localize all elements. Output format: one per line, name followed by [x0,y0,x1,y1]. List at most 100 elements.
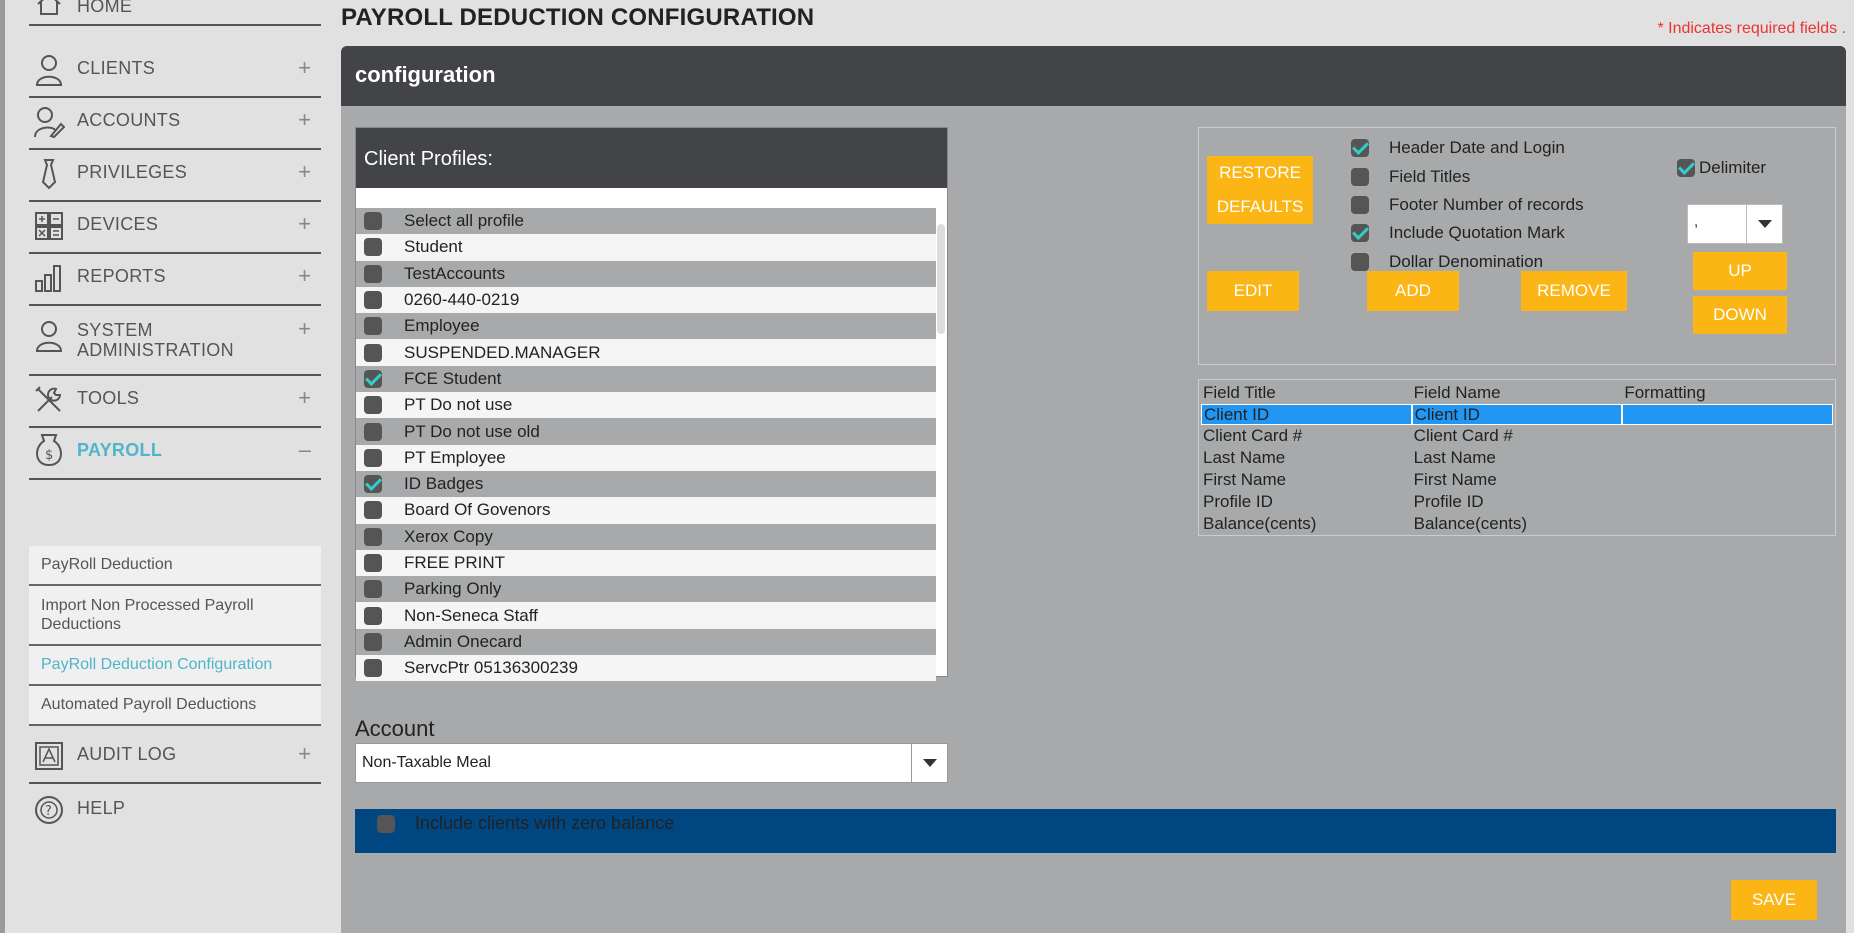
profiles-scrollbar[interactable] [937,224,945,334]
expand-icon[interactable]: + [298,211,311,237]
sidebar-item-audit-log[interactable]: AUDIT LOG + [29,730,321,784]
zero-balance-label: Include clients with zero balance [415,813,675,833]
zero-balance-checkbox[interactable] [377,815,395,833]
profile-checkbox[interactable] [364,475,382,494]
list-item[interactable]: Admin Onecard [356,628,936,656]
export-option[interactable]: Field Titles [1351,162,1584,190]
list-item[interactable]: Student [356,234,936,261]
profile-checkbox[interactable] [364,212,382,231]
sidebar-item-accounts[interactable]: ACCOUNTS + [29,98,321,150]
delimiter-label: Delimiter [1699,158,1767,177]
profile-checkbox[interactable] [364,422,382,441]
list-item[interactable]: Parking Only [356,576,936,603]
list-item[interactable]: Board Of Govenors [356,497,936,524]
down-button[interactable]: DOWN [1693,296,1787,334]
profile-checkbox[interactable] [364,527,382,546]
expand-icon[interactable]: + [298,55,311,81]
list-item[interactable]: Select all profile [356,208,936,235]
sidebar-item-reports[interactable]: REPORTS + [29,254,321,306]
delimiter-checkbox[interactable] [1677,159,1695,177]
option-checkbox[interactable] [1351,167,1369,186]
restore-defaults-button[interactable]: RESTORE DEFAULTS [1207,156,1313,224]
sidebar-item-system-administration[interactable]: SYSTEM ADMINISTRATION + [29,306,321,376]
sidebar-item-clients[interactable]: CLIENTS + [29,46,321,98]
export-option[interactable]: Header Date and Login [1351,134,1584,162]
column-header: Formatting [1624,382,1706,402]
chevron-down-icon[interactable] [911,744,947,782]
profile-checkbox[interactable] [364,448,382,467]
list-item[interactable]: SUSPENDED.MANAGER [356,339,936,366]
collapse-icon[interactable]: – [299,437,311,463]
table-row[interactable]: Profile ID Profile ID [1201,491,1833,513]
table-row[interactable]: Client ID Client ID [1201,404,1834,426]
export-option[interactable]: Include Quotation Mark [1351,219,1584,247]
expand-icon[interactable]: + [298,316,311,342]
list-item[interactable]: ID Badges [356,470,936,498]
add-button[interactable]: ADD [1367,271,1459,311]
sidebar-item-payroll[interactable]: $ PAYROLL – [29,428,321,480]
list-item[interactable]: PT Employee [356,444,936,471]
submenu-automated-payroll-deductions[interactable]: Automated Payroll Deductions [29,686,321,726]
profile-checkbox[interactable] [364,632,382,651]
profile-checkbox[interactable] [364,369,382,388]
list-item[interactable]: FCE Student [356,365,936,393]
table-row[interactable]: Last Name Last Name [1201,447,1833,469]
sidebar-item-devices[interactable]: DEVICES + [29,202,321,254]
up-button[interactable]: UP [1693,252,1787,290]
help-icon: ? [33,794,65,826]
save-button[interactable]: SAVE [1731,880,1817,920]
delimiter-value: , [1694,213,1699,230]
option-checkbox[interactable] [1351,252,1369,271]
svg-text:$: $ [45,448,53,463]
profile-checkbox[interactable] [364,554,382,572]
list-item[interactable]: PT Do not use [356,392,936,419]
export-option[interactable]: Footer Number of records [1351,191,1584,219]
expand-icon[interactable]: + [298,385,311,411]
delimiter-select[interactable]: , [1687,204,1783,244]
profile-checkbox[interactable] [364,264,382,283]
option-checkbox[interactable] [1351,224,1369,243]
profile-checkbox[interactable] [364,396,382,415]
option-checkbox[interactable] [1351,195,1369,214]
edit-button[interactable]: EDIT [1207,271,1299,311]
expand-icon[interactable]: + [298,263,311,289]
profile-checkbox[interactable] [364,343,382,362]
profile-checkbox[interactable] [364,659,382,678]
sidebar-item-help[interactable]: ? HELP [29,784,321,836]
submenu-payroll-deduction[interactable]: PayRoll Deduction [29,546,321,586]
table-row[interactable]: Client Card # Client Card # [1201,426,1833,448]
account-select[interactable]: Non-Taxable Meal [355,743,948,783]
profile-checkbox[interactable] [364,238,382,257]
expand-icon[interactable]: + [298,741,311,767]
export-options-list: Header Date and Login Field Titles Footer … [1351,134,1584,276]
list-item[interactable]: ServcPtr 05136300239 [356,655,936,682]
option-label: Include Quotation Mark [1389,223,1565,243]
expand-icon[interactable]: + [298,107,311,133]
list-item[interactable]: Xerox Copy [356,523,936,550]
sidebar-item-privileges[interactable]: PRIVILEGES + [29,150,321,202]
list-item[interactable]: FREE PRINT [356,549,936,577]
table-row[interactable]: First Name First Name [1201,469,1833,491]
submenu-import-non-processed[interactable]: Import Non Processed Payroll Deductions [29,586,321,646]
profile-checkbox[interactable] [364,501,382,520]
profile-checkbox[interactable] [364,606,382,625]
sidebar-item-label: AUDIT LOG [77,744,177,764]
profile-checkbox[interactable] [364,580,382,599]
profile-label: FREE PRINT [404,553,506,572]
remove-button[interactable]: REMOVE [1521,271,1627,311]
list-item[interactable]: TestAccounts [356,260,936,287]
list-item[interactable]: Employee [356,313,936,340]
expand-icon[interactable]: + [298,159,311,185]
option-checkbox[interactable] [1351,139,1369,158]
list-item[interactable]: Non-Seneca Staff [356,602,936,629]
chevron-down-icon[interactable] [1746,205,1782,243]
zero-balance-bar: Include clients with zero balance [355,809,1836,853]
submenu-payroll-deduction-configuration[interactable]: PayRoll Deduction Configuration [29,646,321,686]
list-item[interactable]: PT Do not use old [356,418,936,445]
profile-checkbox[interactable] [364,317,382,336]
sidebar-item-tools[interactable]: TOOLS + [29,376,321,428]
table-row[interactable]: Balance(cents) Balance(cents) [1201,513,1833,535]
profile-checkbox[interactable] [364,291,382,310]
list-item[interactable]: 0260-440-0219 [356,286,936,314]
sidebar-item-home[interactable]: HOME [29,0,321,26]
